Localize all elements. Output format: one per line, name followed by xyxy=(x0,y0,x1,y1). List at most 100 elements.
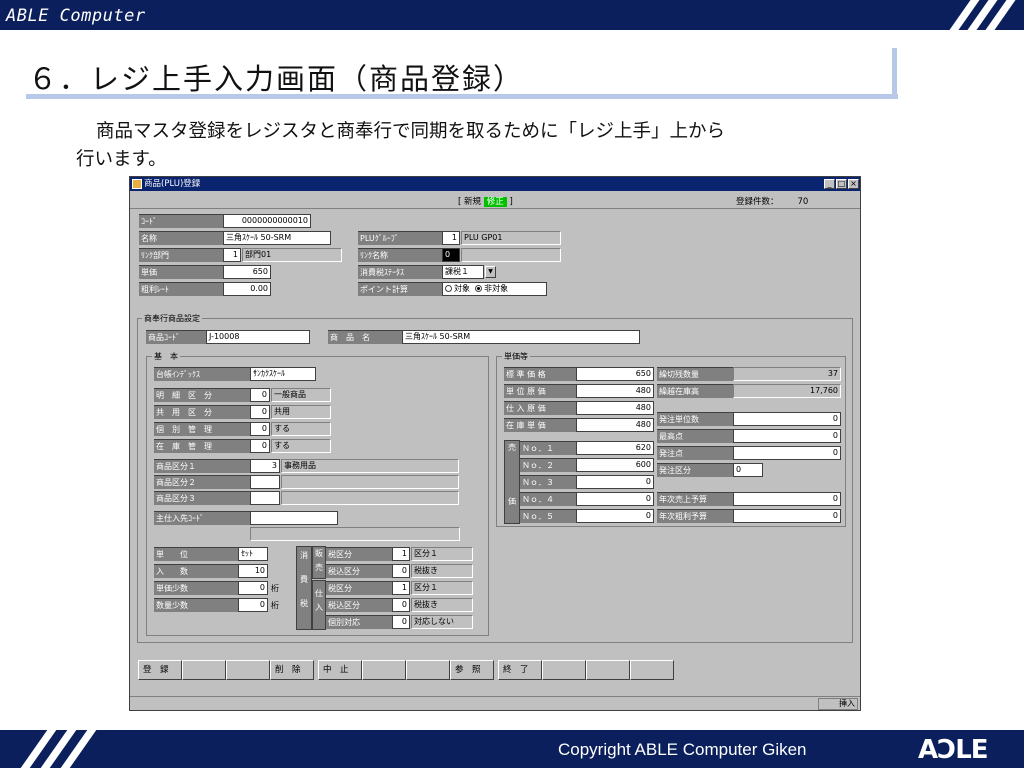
fkey-button-12[interactable] xyxy=(630,660,674,680)
indiv-mgmt-text: する xyxy=(271,422,331,436)
price-input[interactable]: 650 xyxy=(223,265,271,279)
link-dept-no[interactable]: 1 xyxy=(223,248,241,262)
purchase-cost-input[interactable]: 480 xyxy=(576,401,654,415)
stock-price-label: 在 庫 単 価 xyxy=(504,418,576,432)
bugyo-name-label: 商 品 名 xyxy=(328,330,402,344)
cat2-label: 商品区分２ xyxy=(154,475,250,489)
link-name-display xyxy=(461,248,561,262)
indiv-handle-text: 対応しない xyxy=(411,615,473,629)
stock-price-input[interactable]: 480 xyxy=(576,418,654,432)
sale-tax-incl-no[interactable]: 0 xyxy=(392,564,410,578)
cat1-no[interactable]: 3 xyxy=(250,459,280,473)
slash-decor-top xyxy=(949,0,1024,30)
unit-input[interactable]: ｾｯﾄ xyxy=(238,547,268,561)
buy-tax-cat-no[interactable]: 1 xyxy=(392,581,410,595)
order-cat-input[interactable]: 0 xyxy=(733,463,763,477)
annual-sales-input[interactable]: 0 xyxy=(733,492,841,506)
mode-new[interactable]: 新規 xyxy=(464,197,481,207)
fkey-button-6[interactable] xyxy=(362,660,406,680)
qty-input[interactable]: 10 xyxy=(238,564,268,578)
bugyo-code-input[interactable]: J-10008 xyxy=(206,330,310,344)
unit-cost-input[interactable]: 480 xyxy=(576,384,654,398)
end-button[interactable]: 終 了 xyxy=(498,660,542,680)
bugyo-name-input[interactable]: 三角ｽｹｰﾙ 50-SRM xyxy=(402,330,640,344)
code-input[interactable]: 0000000000010 xyxy=(223,214,311,228)
link-dept-name: 部門01 xyxy=(242,248,342,262)
unit-cost-label: 単 位 原 価 xyxy=(504,384,576,398)
radio-target-icon[interactable] xyxy=(445,285,452,292)
mode-fix[interactable]: 修正 xyxy=(483,197,507,207)
buy-tax-incl-text: 税抜き xyxy=(411,598,473,612)
index-input[interactable]: ｻﾝｶｸｽｹｰﾙ xyxy=(250,367,316,381)
record-count: 登録件数： 70 xyxy=(736,195,808,207)
fkey-button-3[interactable] xyxy=(226,660,270,680)
name-label: 名称 xyxy=(139,231,223,245)
close-icon[interactable]: × xyxy=(848,179,859,189)
fkey-button-10[interactable] xyxy=(542,660,586,680)
point-radio-group: 対象 非対象 xyxy=(442,282,547,296)
minimize-icon[interactable]: _ xyxy=(824,179,835,189)
sell-vertical-label: 売価 xyxy=(504,440,520,524)
fkey-button-11[interactable] xyxy=(586,660,630,680)
radio-nontarget-icon[interactable] xyxy=(475,285,483,292)
indiv-handle-label: 個別対応 xyxy=(326,615,392,629)
std-price-input[interactable]: 650 xyxy=(576,367,654,381)
description-line2: 行います。 xyxy=(76,149,167,170)
annual-profit-input[interactable]: 0 xyxy=(733,509,841,523)
max-point-label: 最高点 xyxy=(657,429,733,443)
tax-status-select[interactable]: 課税１ xyxy=(442,265,484,279)
qty-dec-label: 数量少数 xyxy=(154,598,238,612)
order-point-input[interactable]: 0 xyxy=(733,446,841,460)
fkey-button-2[interactable] xyxy=(182,660,226,680)
register-button[interactable]: 登 録 xyxy=(138,660,182,680)
sale-tax-cat-label: 税区分 xyxy=(326,547,392,561)
sale-tax-cat-text: 区分１ xyxy=(411,547,473,561)
window-title: 商品(PLU)登録 xyxy=(144,179,201,189)
chevron-down-icon[interactable]: ▼ xyxy=(485,266,496,278)
cancel-button[interactable]: 中 止 xyxy=(318,660,362,680)
sell-no1-input[interactable]: 620 xyxy=(576,441,654,455)
max-point-input[interactable]: 0 xyxy=(733,429,841,443)
name-input[interactable]: 三角ｽｹｰﾙ 50-SRM xyxy=(223,231,331,245)
supplier-input[interactable] xyxy=(250,511,338,525)
plu-group-label: PLUｸﾞﾙｰﾌﾟ xyxy=(358,231,442,245)
point-opt1[interactable]: 対象 xyxy=(454,284,470,293)
margin-label: 粗利ﾚｰﾄ xyxy=(139,282,223,296)
product-window: 商品(PLU)登録 _ □ × [ 新規 修正 ] 登録件数： 70 ｺｰﾄﾞ … xyxy=(129,176,861,711)
sale-tax-cat-no[interactable]: 1 xyxy=(392,547,410,561)
bottom-banner: Copyright ABLE Computer Giken AƆLE xyxy=(0,730,1024,768)
cat2-no[interactable] xyxy=(250,475,280,489)
stock-mgmt-no[interactable]: 0 xyxy=(250,439,270,453)
buy-tax-cat-label: 税区分 xyxy=(326,581,392,595)
count-label: 登録件数： xyxy=(736,197,779,207)
buy-tax-cat-text: 区分１ xyxy=(411,581,473,595)
point-opt2[interactable]: 非対象 xyxy=(484,284,508,293)
sell-no3-input[interactable]: 0 xyxy=(576,475,654,489)
basic-group-label: 基 本 xyxy=(152,351,180,362)
shared-cat-no[interactable]: 0 xyxy=(250,405,270,419)
detail-cat-no[interactable]: 0 xyxy=(250,388,270,402)
cat3-no[interactable] xyxy=(250,491,280,505)
app-icon xyxy=(132,179,142,189)
sell-no2-label: Ｎｏ．２ xyxy=(520,458,576,472)
link-name-input[interactable]: 0 xyxy=(442,248,460,262)
maximize-icon[interactable]: □ xyxy=(836,179,847,189)
plu-group-no[interactable]: 1 xyxy=(442,231,460,245)
brand-text: ABLE Computer xyxy=(6,6,146,26)
indiv-handle-no[interactable]: 0 xyxy=(392,615,410,629)
sell-no5-input[interactable]: 0 xyxy=(576,509,654,523)
point-label: ポイント計算 xyxy=(358,282,442,296)
indiv-mgmt-no[interactable]: 0 xyxy=(250,422,270,436)
order-unit-input[interactable]: 0 xyxy=(733,412,841,426)
price-dec-input[interactable]: 0 xyxy=(238,581,268,595)
delete-button[interactable]: 削 除 xyxy=(270,660,314,680)
sell-no2-input[interactable]: 600 xyxy=(576,458,654,472)
qty-dec-input[interactable]: 0 xyxy=(238,598,268,612)
buy-tax-incl-no[interactable]: 0 xyxy=(392,598,410,612)
refer-button[interactable]: 参 照 xyxy=(450,660,494,680)
fkey-button-7[interactable] xyxy=(406,660,450,680)
sell-no4-input[interactable]: 0 xyxy=(576,492,654,506)
tax-status-label: 消費税ｽﾃｰﾀｽ xyxy=(358,265,442,279)
margin-input[interactable]: 0.00 xyxy=(223,282,271,296)
price-label: 単価 xyxy=(139,265,223,279)
